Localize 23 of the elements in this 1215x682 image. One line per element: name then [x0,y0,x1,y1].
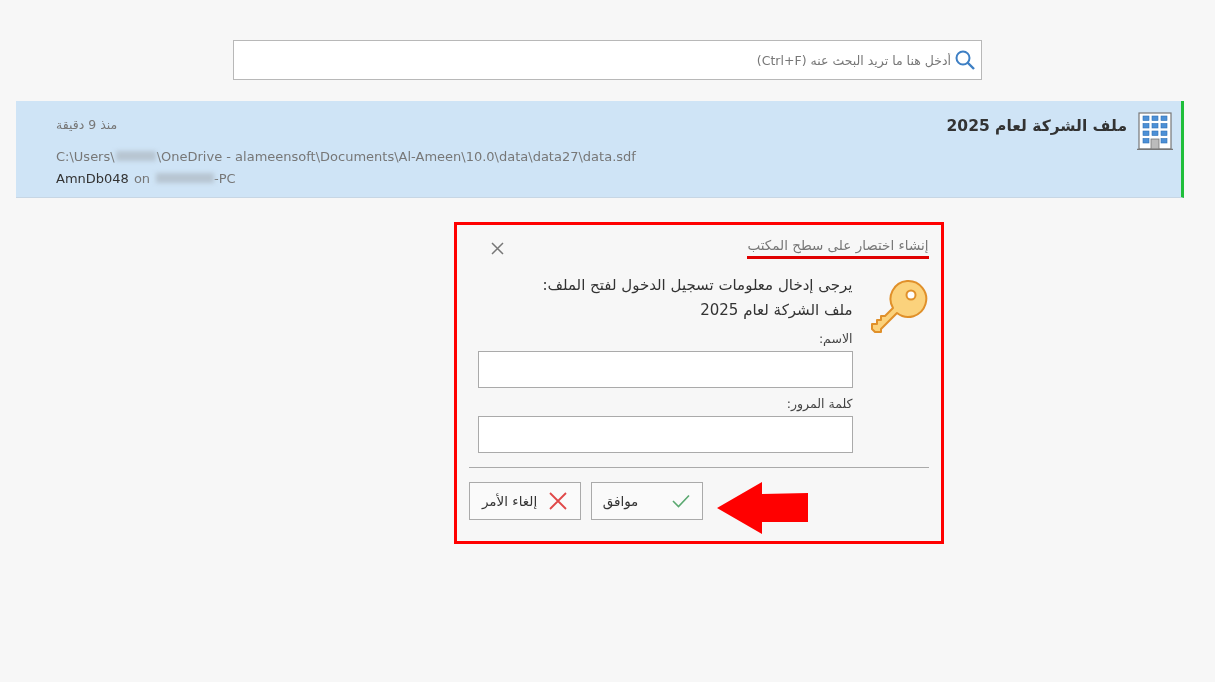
file-title: ملف الشركة لعام 2025 [946,117,1127,135]
file-path: \OneDrive - alameensoft\Documents\Al-Ameen\10.0\data\data27\data.sdf [156,148,636,164]
dialog-message: يرجى إدخال معلومات تسجيل الدخول لفتح الملف: [541,275,853,296]
field-label: الاسم: [817,331,853,346]
search-field[interactable]: أدخل هنا ما تريد البحث عنه (Ctrl+F) [233,40,982,80]
redacted-text [156,173,215,183]
checkmark-icon [672,494,691,508]
database-name: AmnDb048 [56,170,129,186]
cross-icon [549,492,568,510]
ok-button[interactable]: موافق [590,482,703,520]
field-label: كلمة المرور: [785,396,853,411]
file-time: منذ 9 دقيقة [56,117,118,132]
redacted-text [115,151,156,161]
input-field[interactable] [477,351,853,388]
file-path: C:\Users\ [56,148,115,164]
close-icon[interactable] [490,241,504,255]
cancel-button[interactable]: إلغاء الأمر [468,482,581,520]
machine-name: -PC [214,170,236,186]
input-field[interactable] [477,416,853,453]
building-icon [1137,112,1173,150]
on-label: on [133,170,151,186]
file-name: ملف الشركة لعام 2025 [699,300,853,321]
dialog-title[interactable]: إنشاء اختصار على سطح المكتب [747,237,929,259]
